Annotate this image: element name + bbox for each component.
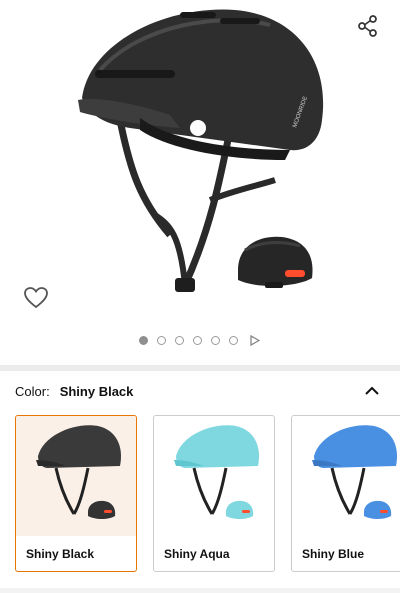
swatch-label: Shiny Blue [302, 547, 365, 561]
selected-color-value: Shiny Black [59, 383, 134, 399]
share-button[interactable] [352, 10, 384, 42]
color-swatch-shiny-black[interactable]: Shiny Black [15, 415, 137, 572]
helmet-thumbnail-icon [174, 425, 260, 519]
pagination-dot[interactable] [211, 335, 220, 345]
swatch-thumbnail [292, 416, 400, 536]
product-image[interactable]: MOONRIDE [60, 0, 350, 310]
swatch-label: Shiny Aqua [164, 547, 230, 561]
heart-icon [24, 287, 48, 309]
play-icon[interactable] [249, 334, 261, 346]
color-label: Color: [15, 383, 50, 399]
helmet-thumbnail-icon [312, 425, 398, 519]
swatch-thumbnail [16, 416, 136, 536]
pagination-dot[interactable] [193, 335, 202, 345]
product-image-gallery[interactable]: MOONRIDE [0, 0, 400, 365]
swatch-label: Shiny Black [26, 547, 95, 561]
pagination-dot[interactable] [229, 335, 238, 345]
add-to-list-button[interactable] [20, 282, 52, 314]
color-selector-header[interactable]: Color: Shiny Black [0, 371, 400, 411]
pagination-dot-active[interactable] [139, 335, 148, 345]
image-pagination [0, 332, 400, 348]
swatch-thumbnail [154, 416, 274, 536]
share-icon [358, 15, 377, 37]
product-page: MOONRIDE Color: Shiny Black Shiny Black … [0, 0, 400, 593]
color-swatch-list: Shiny Black Shiny Aqua Shiny Blue [15, 415, 400, 575]
color-swatch-shiny-aqua[interactable]: Shiny Aqua [153, 415, 275, 572]
chevron-up-icon[interactable] [364, 383, 380, 397]
pagination-dot[interactable] [157, 335, 166, 345]
helmet-thumbnail-icon [36, 425, 122, 519]
pagination-dot[interactable] [175, 335, 184, 345]
color-swatch-shiny-blue[interactable]: Shiny Blue [291, 415, 400, 572]
section-divider [0, 588, 400, 593]
